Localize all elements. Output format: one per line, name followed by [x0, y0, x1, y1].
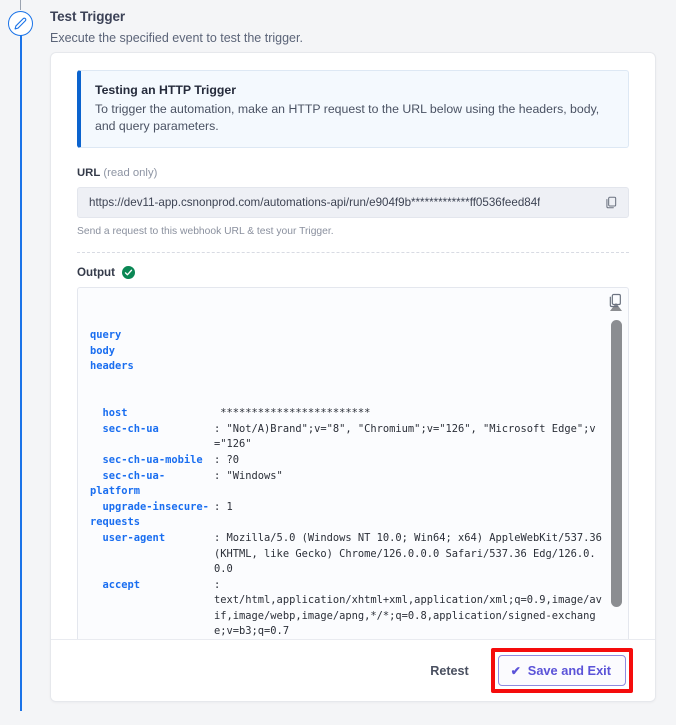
- page-subtitle: Execute the specified event to test the …: [50, 31, 303, 45]
- save-and-exit-label: Save and Exit: [527, 663, 611, 678]
- url-value: https://dev11-app.csnonprod.com/automati…: [89, 196, 541, 209]
- check-icon: ✔: [510, 663, 521, 678]
- output-code-scroll[interactable]: query body headers host ******************…: [78, 288, 606, 655]
- check-circle-icon: [122, 266, 135, 279]
- test-trigger-card: Testing an HTTP Trigger To trigger the a…: [50, 52, 656, 702]
- code-header-value: : ?0: [214, 453, 240, 466]
- code-header-value: : Mozilla/5.0 (Windows NT 10.0; Win64; x…: [214, 531, 602, 576]
- code-header-value: ************************: [214, 407, 371, 420]
- info-callout: Testing an HTTP Trigger To trigger the a…: [77, 70, 629, 148]
- output-panel: query body headers host ******************…: [77, 287, 629, 656]
- code-header-rows: host ************************ sec-ch-ua:…: [90, 406, 602, 655]
- save-and-exit-highlight: ✔ Save and Exit: [490, 648, 633, 693]
- code-header-value: : text/html,application/xhtml+xml,applic…: [214, 578, 602, 638]
- retest-button[interactable]: Retest: [426, 658, 473, 684]
- output-scrollbar[interactable]: [607, 288, 626, 655]
- url-label-readonly: (read only): [103, 167, 158, 179]
- card-footer: Retest ✔ Save and Exit: [51, 639, 655, 701]
- save-and-exit-button[interactable]: ✔ Save and Exit: [497, 655, 626, 686]
- page-title: Test Trigger: [50, 9, 126, 24]
- code-key-body: body: [90, 344, 116, 357]
- section-divider: [77, 252, 629, 253]
- card-body: Testing an HTTP Trigger To trigger the a…: [51, 53, 655, 656]
- code-header-row: host ************************: [90, 406, 602, 422]
- code-header-row: user-agent : Mozilla/5.0 (Windows NT 10.0…: [90, 531, 602, 578]
- copy-output-icon[interactable]: [607, 292, 625, 310]
- output-header: Output: [77, 266, 629, 279]
- code-header-row: sec-ch-ua : "Not/A)Brand";v="8", "Chromiu…: [90, 422, 602, 453]
- code-header-key: host: [90, 407, 128, 420]
- code-header-row: sec-ch-ua-platform : "Windows": [90, 469, 602, 500]
- output-label: Output: [77, 266, 115, 279]
- code-header-row: accept : text/html,application/xhtml+xml,…: [90, 578, 602, 640]
- code-header-row: sec-ch-ua-mobile : ?0: [90, 453, 602, 469]
- callout-title: Testing an HTTP Trigger: [95, 83, 236, 97]
- timeline-rail-top: [20, 0, 21, 10]
- code-header-value: : "Not/A)Brand";v="8", "Chromium";v="126…: [214, 422, 596, 451]
- code-header-value: : "Windows": [214, 469, 283, 482]
- url-readonly-input[interactable]: https://dev11-app.csnonprod.com/automati…: [77, 187, 629, 218]
- output-code: query body headers host ******************…: [90, 297, 602, 655]
- scrollbar-thumb[interactable]: [611, 320, 622, 607]
- pencil-icon[interactable]: [8, 11, 33, 36]
- url-field-label: URL (read only): [77, 166, 629, 180]
- code-toplevel-list: query body headers: [90, 328, 602, 375]
- code-header-key: sec-ch-ua: [90, 422, 159, 435]
- code-header-key: sec-ch-ua-platform: [90, 469, 166, 498]
- copy-url-icon[interactable]: [603, 195, 619, 211]
- page-header: Test Trigger Execute the specified event…: [50, 8, 650, 46]
- code-key-query: query: [90, 329, 122, 342]
- code-header-key: accept: [90, 578, 141, 591]
- url-label-text: URL: [77, 167, 101, 179]
- code-header-key: user-agent: [90, 531, 166, 544]
- code-header-row: upgrade-insecure-requests : 1: [90, 500, 602, 531]
- code-key-headers: headers: [90, 360, 134, 373]
- test-trigger-screen: Test Trigger Execute the specified event…: [0, 0, 676, 725]
- code-header-key: upgrade-insecure-requests: [90, 500, 209, 529]
- code-header-value: : 1: [214, 500, 233, 513]
- url-help-text: Send a request to this webhook URL & tes…: [77, 226, 334, 237]
- code-header-key: sec-ch-ua-mobile: [90, 453, 203, 466]
- timeline-rail: [20, 35, 22, 711]
- callout-text: To trigger the automation, make an HTTP …: [95, 102, 600, 133]
